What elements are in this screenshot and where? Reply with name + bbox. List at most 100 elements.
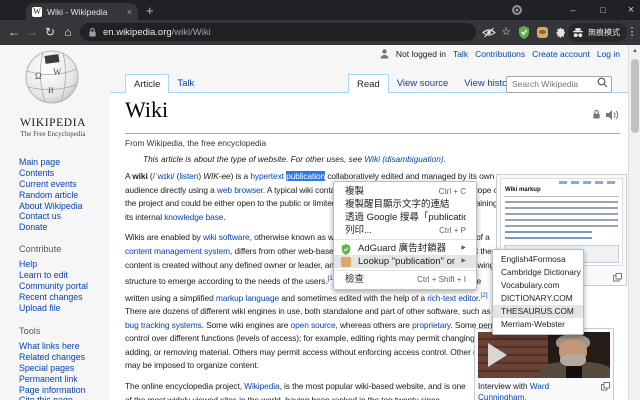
scrollbar-thumb[interactable] bbox=[631, 59, 639, 133]
tab-talk[interactable]: Talk bbox=[169, 74, 202, 93]
wikipedia-favicon-icon: W bbox=[32, 6, 42, 17]
wikipedia-page: Ω W И WIKIPEDIA The Free Encyclopedia Ma… bbox=[0, 45, 640, 400]
link-open-source[interactable]: open source bbox=[291, 320, 336, 330]
link-wiki-disambiguation[interactable]: Wiki (disambiguation) bbox=[364, 154, 443, 164]
eye-blocked-icon[interactable] bbox=[482, 27, 496, 38]
personal-link-log-in[interactable]: Log in bbox=[597, 49, 620, 59]
link-wiki-software[interactable]: wiki software bbox=[203, 232, 250, 242]
extensions-puzzle-icon[interactable] bbox=[554, 27, 566, 39]
menu-label: 複製 bbox=[345, 186, 365, 197]
padlock-icon bbox=[89, 27, 96, 37]
menu-label: 透過 Google 搜尋「publication」 bbox=[345, 212, 466, 223]
window-maximize-button[interactable]: □ bbox=[592, 0, 614, 20]
menu-item-lookup[interactable]: Lookup "publication" on ... ▶ bbox=[334, 255, 476, 268]
menu-item-print[interactable]: 列印... Ctrl + P bbox=[334, 224, 476, 237]
link-listen[interactable]: listen bbox=[179, 171, 198, 181]
tab-view-source[interactable]: View source bbox=[389, 74, 457, 93]
sidebar-contribute-link[interactable]: Recent changes bbox=[19, 292, 88, 303]
reload-icon[interactable]: ↻ bbox=[42, 20, 58, 45]
window-close-button[interactable]: × bbox=[620, 0, 640, 20]
browser-tab[interactable]: W Wiki - Wikipedia × bbox=[26, 3, 138, 20]
link-web-browser[interactable]: web browser bbox=[217, 185, 263, 195]
text-run: The online encyclopedia project, bbox=[125, 380, 245, 391]
menu-item-adguard[interactable]: AdGuard 廣告封鎖器 ▶ bbox=[334, 242, 476, 255]
svg-text:W: W bbox=[53, 67, 62, 77]
menu-separator bbox=[334, 270, 476, 271]
address-bar[interactable]: en.wikipedia.org/wiki/Wiki bbox=[80, 23, 476, 41]
menu-label: 複製醒目顯示文字的連結 bbox=[345, 199, 450, 210]
incognito-label: 無痕模式 bbox=[588, 28, 620, 37]
tab-read[interactable]: Read bbox=[348, 74, 389, 93]
submenu-item-cambridge-dictionary[interactable]: Cambridge Dictionary bbox=[493, 266, 583, 279]
thumb-mini-tabs bbox=[559, 181, 619, 184]
submenu-item-dictionary-com[interactable]: DICTIONARY.COM bbox=[493, 292, 583, 305]
home-icon[interactable]: ⌂ bbox=[60, 20, 76, 45]
window-minimize-button[interactable]: – bbox=[562, 0, 584, 20]
sidebar-tools-link[interactable]: Page information bbox=[19, 385, 86, 396]
thumb-link-lines bbox=[505, 231, 592, 241]
link-pronunciation[interactable]: /ˈwɪki/ bbox=[153, 171, 175, 181]
sidebar-contribute-link[interactable]: Upload file bbox=[19, 303, 88, 314]
link-hypertext[interactable]: hypertext bbox=[250, 171, 284, 181]
sidebar-tools-header: Tools bbox=[19, 326, 41, 336]
wikipedia-globe-logo[interactable]: Ω W И bbox=[23, 47, 81, 105]
browser-menu-icon[interactable]: ⋮ bbox=[624, 20, 640, 45]
sidebar-contribute-link[interactable]: Help bbox=[19, 259, 88, 270]
menu-item-inspect[interactable]: 檢查 Ctrl + Shift + I bbox=[334, 273, 476, 286]
personal-link-create-account[interactable]: Create account bbox=[532, 49, 590, 59]
submenu-item-merriam-webster[interactable]: Merriam-Webster bbox=[493, 318, 583, 331]
sidebar-tools-link[interactable]: What links here bbox=[19, 341, 86, 352]
tab-close-icon[interactable]: × bbox=[127, 7, 132, 17]
link-knowledge-base[interactable]: knowledge base bbox=[164, 212, 223, 222]
page-scrollbar[interactable]: ▲ bbox=[628, 45, 640, 400]
link-rich-text-editor[interactable]: rich-text editor bbox=[427, 292, 478, 302]
link-content-management-system[interactable]: content management system bbox=[125, 246, 230, 256]
submenu-item-english4formosa[interactable]: English4Formosa bbox=[493, 253, 583, 266]
incognito-badge[interactable]: 無痕模式 bbox=[568, 23, 627, 42]
personal-link-talk[interactable]: Talk bbox=[453, 49, 468, 59]
link-bug-tracking-systems[interactable]: bug tracking systems bbox=[125, 320, 202, 330]
sidebar-tools-link[interactable]: Permanent link bbox=[19, 374, 86, 385]
sidebar-nav-link[interactable]: Contents bbox=[19, 168, 83, 179]
bookmark-star-icon[interactable]: ☆ bbox=[498, 20, 514, 45]
menu-item-copy-highlight-link[interactable]: 複製醒目顯示文字的連結 bbox=[334, 198, 476, 211]
ref-2[interactable]: [2] bbox=[480, 292, 487, 299]
back-icon[interactable]: ← bbox=[6, 20, 22, 45]
menu-item-copy[interactable]: 複製 Ctrl + C bbox=[334, 185, 476, 198]
sidebar-nav-link[interactable]: Random article bbox=[19, 190, 83, 201]
sidebar-contribute-link[interactable]: Learn to edit bbox=[19, 270, 88, 281]
new-tab-button[interactable]: + bbox=[146, 2, 154, 19]
enlarge-icon[interactable] bbox=[613, 273, 622, 282]
link-wikipedia[interactable]: Wikipedia bbox=[244, 381, 280, 391]
listen-audio-icon[interactable] bbox=[606, 109, 620, 121]
link-markup-language[interactable]: markup language bbox=[216, 292, 279, 302]
menu-item-search-google[interactable]: 透過 Google 搜尋「publication」 bbox=[334, 211, 476, 224]
sidebar-nav-link[interactable]: About Wikipedia bbox=[19, 201, 83, 212]
scrollbar-up-arrow[interactable]: ▲ bbox=[629, 45, 640, 57]
sidebar-nav-link[interactable]: Contact us bbox=[19, 211, 83, 222]
context-menu: 複製 Ctrl + C 複製醒目顯示文字的連結 透過 Google 搜尋「pub… bbox=[333, 181, 477, 290]
lookup-extension-icon[interactable] bbox=[537, 27, 548, 38]
submenu-item-thesaurus-com[interactable]: THESAURUS.COM bbox=[493, 305, 583, 318]
sidebar-nav-link[interactable]: Main page bbox=[19, 157, 83, 168]
video-still[interactable] bbox=[478, 332, 610, 378]
sidebar-nav-link[interactable]: Current events bbox=[19, 179, 83, 190]
personal-link-contributions[interactable]: Contributions bbox=[475, 49, 525, 59]
search-icon[interactable] bbox=[597, 77, 608, 88]
sidebar-contribute-link[interactable]: Community portal bbox=[19, 281, 88, 292]
sidebar-tools-link[interactable]: Special pages bbox=[19, 363, 86, 374]
link-proprietary[interactable]: proprietary bbox=[412, 320, 450, 330]
adguard-shield-icon[interactable] bbox=[518, 26, 530, 39]
tab-article[interactable]: Article bbox=[125, 74, 170, 93]
play-button-icon[interactable] bbox=[488, 343, 507, 367]
forward-icon: → bbox=[26, 25, 38, 39]
hatnote: This article is about the type of websit… bbox=[143, 154, 583, 164]
sidebar-tools-link[interactable]: Cite this page bbox=[19, 395, 86, 400]
video-thumbnail[interactable]: Interview with Ward Cunningham, inventor… bbox=[474, 328, 614, 400]
thumb-rule bbox=[504, 196, 619, 197]
submenu-item-vocabulary-com[interactable]: Vocabulary.com bbox=[493, 279, 583, 292]
sidebar-tools-link[interactable]: Related changes bbox=[19, 352, 86, 363]
sidebar-nav-link[interactable]: Donate bbox=[19, 222, 83, 233]
wikipedia-wordmark: WIKIPEDIA bbox=[19, 117, 87, 129]
enlarge-icon[interactable] bbox=[601, 382, 610, 391]
